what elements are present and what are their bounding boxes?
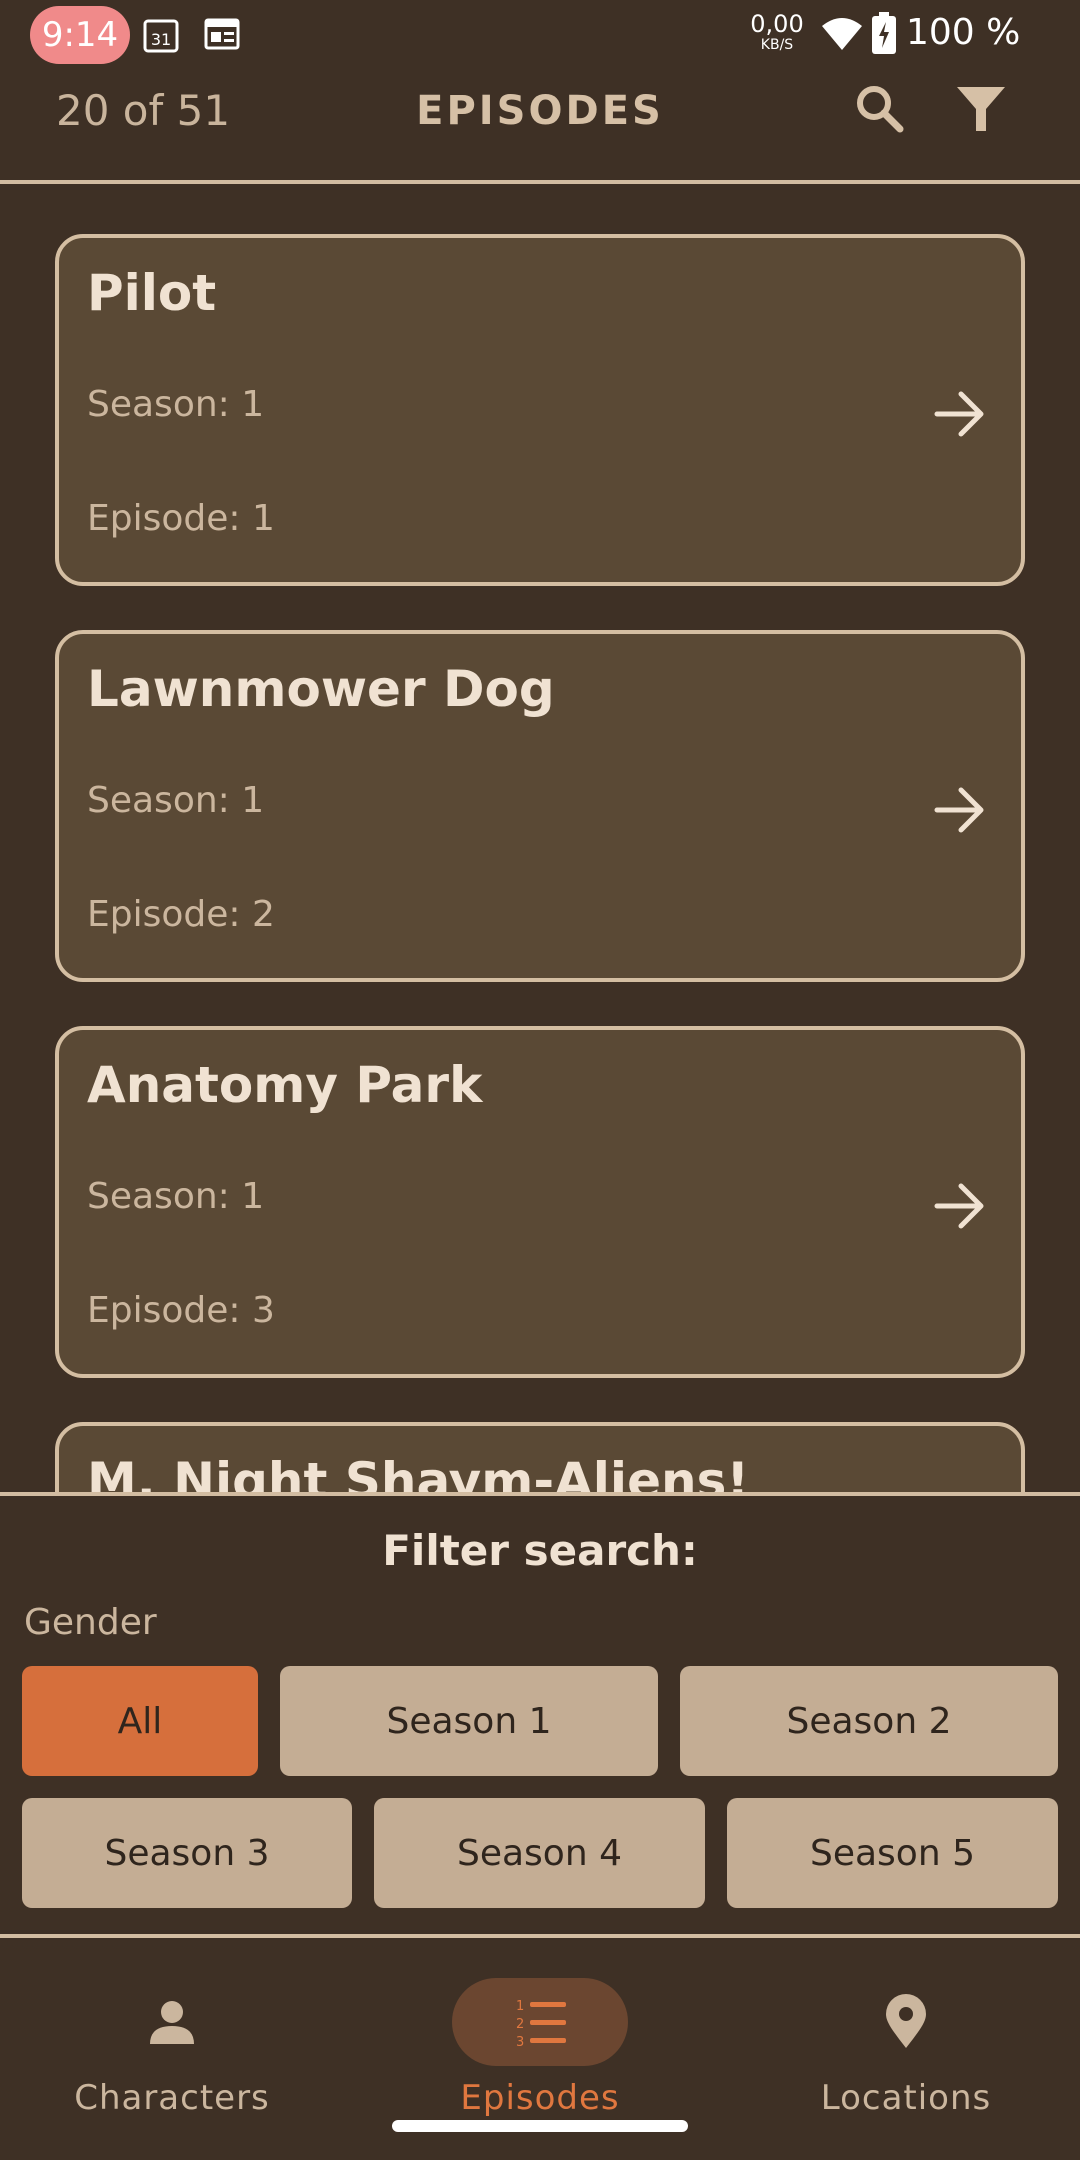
calendar-icon: 31: [142, 16, 180, 58]
episode-value: 3: [251, 1290, 275, 1331]
search-icon: [857, 86, 904, 133]
filter-title: Filter search:: [382, 1526, 698, 1575]
arrow-forward-icon[interactable]: [931, 384, 991, 444]
filter-panel: Filter search: Gender All Season 1 Seaso…: [0, 1492, 1080, 1942]
filter-group-label: Gender: [24, 1602, 157, 1643]
gesture-navigation-bar[interactable]: [392, 2120, 688, 2132]
episode-label: Episode:: [87, 1290, 241, 1331]
nav-item-characters[interactable]: Characters: [22, 1978, 322, 2128]
episode-season: Season: 1: [87, 1176, 264, 1217]
episode-title: M. Night Shaym-Aliens!: [87, 1452, 750, 1492]
news-icon: [204, 16, 240, 56]
season-label: Season:: [87, 384, 230, 425]
season-value: 1: [241, 384, 265, 425]
header-divider: [0, 180, 1080, 184]
episode-number: Episode: 3: [87, 1290, 275, 1331]
episode-season: Season: 1: [87, 384, 264, 425]
numbered-list-icon: 1 2 3: [516, 1999, 566, 2048]
episode-title: Anatomy Park: [87, 1056, 483, 1114]
filter-chip-all[interactable]: All: [22, 1666, 258, 1776]
search-button[interactable]: [845, 74, 915, 144]
episode-label: Episode:: [87, 498, 241, 539]
episode-label: Episode:: [87, 894, 241, 935]
svg-text:3: 3: [516, 2035, 524, 2048]
network-speed-unit: KB/S: [760, 37, 794, 53]
page-title: EPISODES: [416, 88, 664, 134]
svg-text:1: 1: [516, 1999, 524, 2014]
episode-title: Lawnmower Dog: [87, 660, 555, 718]
nav-label: Characters: [74, 2078, 270, 2118]
status-time: 9:14: [30, 6, 130, 64]
filter-chip-season-1[interactable]: Season 1: [280, 1666, 658, 1776]
location-pin-icon: [886, 1994, 926, 2048]
top-app-bar: 20 of 51 EPISODES: [0, 72, 1080, 184]
filter-chip-season-3[interactable]: Season 3: [22, 1798, 352, 1908]
episode-card[interactable]: Lawnmower Dog Season: 1 Episode: 2: [55, 630, 1025, 982]
arrow-forward-icon[interactable]: [931, 1176, 991, 1236]
episode-list[interactable]: Pilot Season: 1 Episode: 1 Lawnmower Dog…: [0, 186, 1080, 1492]
episode-card[interactable]: M. Night Shaym-Aliens!: [55, 1422, 1025, 1492]
app-screen: 9:14 31 0,00 KB/S 100 % 20 of 51 EPISODE…: [0, 0, 1080, 2160]
calendar-day: 31: [151, 30, 171, 49]
season-label: Season:: [87, 1176, 230, 1217]
battery-percentage: 100 %: [906, 12, 1021, 53]
status-bar: 9:14 31 0,00 KB/S 100 %: [0, 0, 1080, 72]
arrow-forward-icon[interactable]: [931, 780, 991, 840]
person-icon: [150, 2001, 194, 2044]
battery-charging-icon: [872, 12, 896, 58]
svg-text:2: 2: [516, 2017, 524, 2032]
episode-title: Pilot: [87, 264, 217, 322]
season-label: Season:: [87, 780, 230, 821]
network-speed-value: 0,00: [750, 10, 804, 38]
filter-button[interactable]: [946, 74, 1016, 144]
episode-number: Episode: 2: [87, 894, 275, 935]
season-value: 1: [241, 780, 265, 821]
episode-value: 1: [251, 498, 275, 539]
episode-card[interactable]: Anatomy Park Season: 1 Episode: 3: [55, 1026, 1025, 1378]
season-value: 1: [241, 1176, 265, 1217]
episode-card[interactable]: Pilot Season: 1 Episode: 1: [55, 234, 1025, 586]
filter-chip-season-4[interactable]: Season 4: [374, 1798, 705, 1908]
episode-number: Episode: 1: [87, 498, 275, 539]
filter-chip-season-2[interactable]: Season 2: [680, 1666, 1058, 1776]
episode-season: Season: 1: [87, 780, 264, 821]
nav-label: Episodes: [460, 2078, 620, 2118]
filter-chip-season-5[interactable]: Season 5: [727, 1798, 1058, 1908]
filter-icon: [957, 87, 1005, 131]
episode-value: 2: [251, 894, 275, 935]
network-speed: 0,00 KB/S: [744, 12, 810, 52]
wifi-icon: [820, 14, 864, 58]
nav-item-locations[interactable]: Locations: [756, 1978, 1056, 2128]
nav-label: Locations: [820, 2078, 992, 2118]
nav-item-episodes[interactable]: 1 2 3 Episodes: [390, 1978, 690, 2128]
